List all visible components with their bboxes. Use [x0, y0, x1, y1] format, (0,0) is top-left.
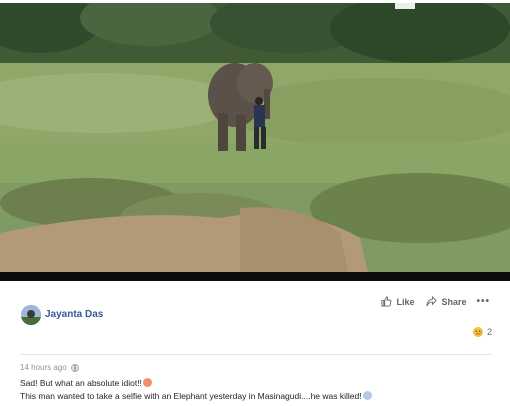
- post-text-line-1: Sad! But what an absolute idiot!!: [20, 378, 152, 388]
- post-text-1: Sad! But what an absolute idiot!!: [20, 378, 142, 388]
- like-label: Like: [396, 296, 415, 307]
- video-frame-image: [0, 3, 510, 281]
- like-button[interactable]: Like: [381, 296, 414, 307]
- sad-face-icon: [472, 327, 483, 337]
- share-label: Share: [441, 296, 467, 307]
- fearful-face-icon: [362, 391, 372, 400]
- post-divider: [20, 354, 492, 355]
- angry-face-icon: [142, 378, 152, 387]
- avatar-image: [21, 305, 41, 325]
- author-avatar[interactable]: [21, 305, 41, 325]
- more-options-icon[interactable]: •••: [476, 296, 490, 307]
- author-name-link[interactable]: Jayanta Das: [45, 309, 103, 320]
- thumbs-up-icon: [381, 296, 392, 307]
- share-arrow-icon: [426, 296, 438, 307]
- post-actions: Like Share •••: [369, 296, 490, 307]
- globe-icon[interactable]: [70, 363, 79, 372]
- post-text-line-2: This man wanted to take a selfie with an…: [20, 391, 372, 401]
- post-card: Jayanta Das Like Share ••• 2 14 hours ag…: [0, 281, 510, 406]
- post-text-2: This man wanted to take a selfie with an…: [20, 391, 362, 401]
- reaction-count: 2: [486, 327, 492, 337]
- post-timestamp[interactable]: 14 hours ago: [20, 363, 67, 372]
- video-progress-bar[interactable]: [0, 272, 510, 281]
- video-player[interactable]: [0, 3, 510, 281]
- reactions-summary[interactable]: 2: [472, 327, 492, 337]
- post-meta: 14 hours ago: [20, 363, 79, 372]
- share-button[interactable]: Share: [426, 296, 466, 307]
